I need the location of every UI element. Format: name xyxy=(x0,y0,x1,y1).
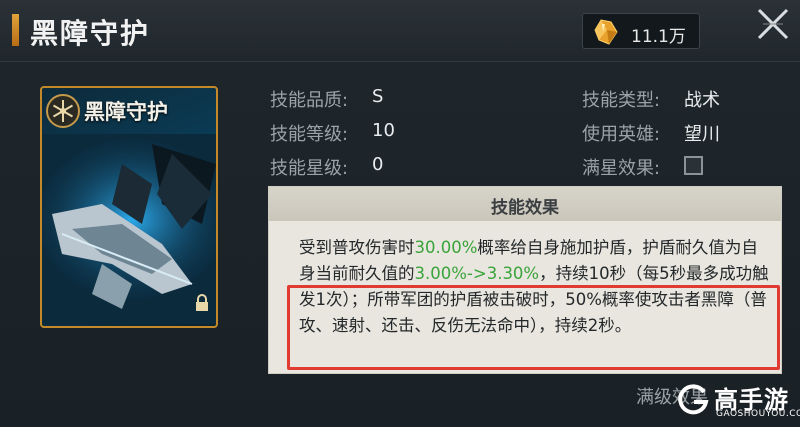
lock-icon xyxy=(196,294,208,311)
skill-card: 黑障守护 xyxy=(40,86,218,328)
page-title: 黑障守护 xyxy=(30,17,151,50)
star-label: 技能星级: xyxy=(270,158,349,179)
title-accent xyxy=(12,14,19,46)
snowflake-emblem-icon xyxy=(46,94,80,128)
level-value: 10 xyxy=(372,120,395,141)
maxstar-label: 满星效果: xyxy=(582,158,661,179)
currency-value: 11.1万 xyxy=(631,27,686,47)
card-title: 黑障守护 xyxy=(84,100,168,124)
g-logo-icon xyxy=(678,384,709,415)
effect-chance-value: 30.00% xyxy=(414,238,478,257)
currency-display: 11.1万 xyxy=(582,13,700,49)
effect-title: 技能效果 xyxy=(269,187,781,221)
gold-crystal-icon xyxy=(594,19,618,45)
watermark: 高手游 GAOSHOUYOU.COM xyxy=(676,378,800,424)
card-artwork xyxy=(42,134,216,324)
effect-shield-value: 3.00%->3.30% xyxy=(414,264,540,283)
maxstar-checkbox[interactable] xyxy=(684,156,703,175)
star-value: 0 xyxy=(372,154,384,175)
highlight-box xyxy=(287,285,780,370)
type-value: 战术 xyxy=(684,90,720,111)
type-label: 技能类型: xyxy=(582,90,661,111)
watermark-sub: GAOSHOUYOU.COM xyxy=(716,409,800,419)
level-label: 技能等级: xyxy=(270,124,349,145)
header-bar: 黑障守护 11.1万 xyxy=(0,0,800,62)
effect-text-1: 受到普攻伤害时 xyxy=(299,238,415,257)
quality-label: 技能品质: xyxy=(270,90,349,111)
close-button[interactable] xyxy=(746,0,800,48)
close-x-icon xyxy=(757,8,789,40)
quality-value: S xyxy=(372,86,384,107)
hero-label: 使用英雄: xyxy=(582,124,661,145)
hero-value: 望川 xyxy=(684,124,720,145)
